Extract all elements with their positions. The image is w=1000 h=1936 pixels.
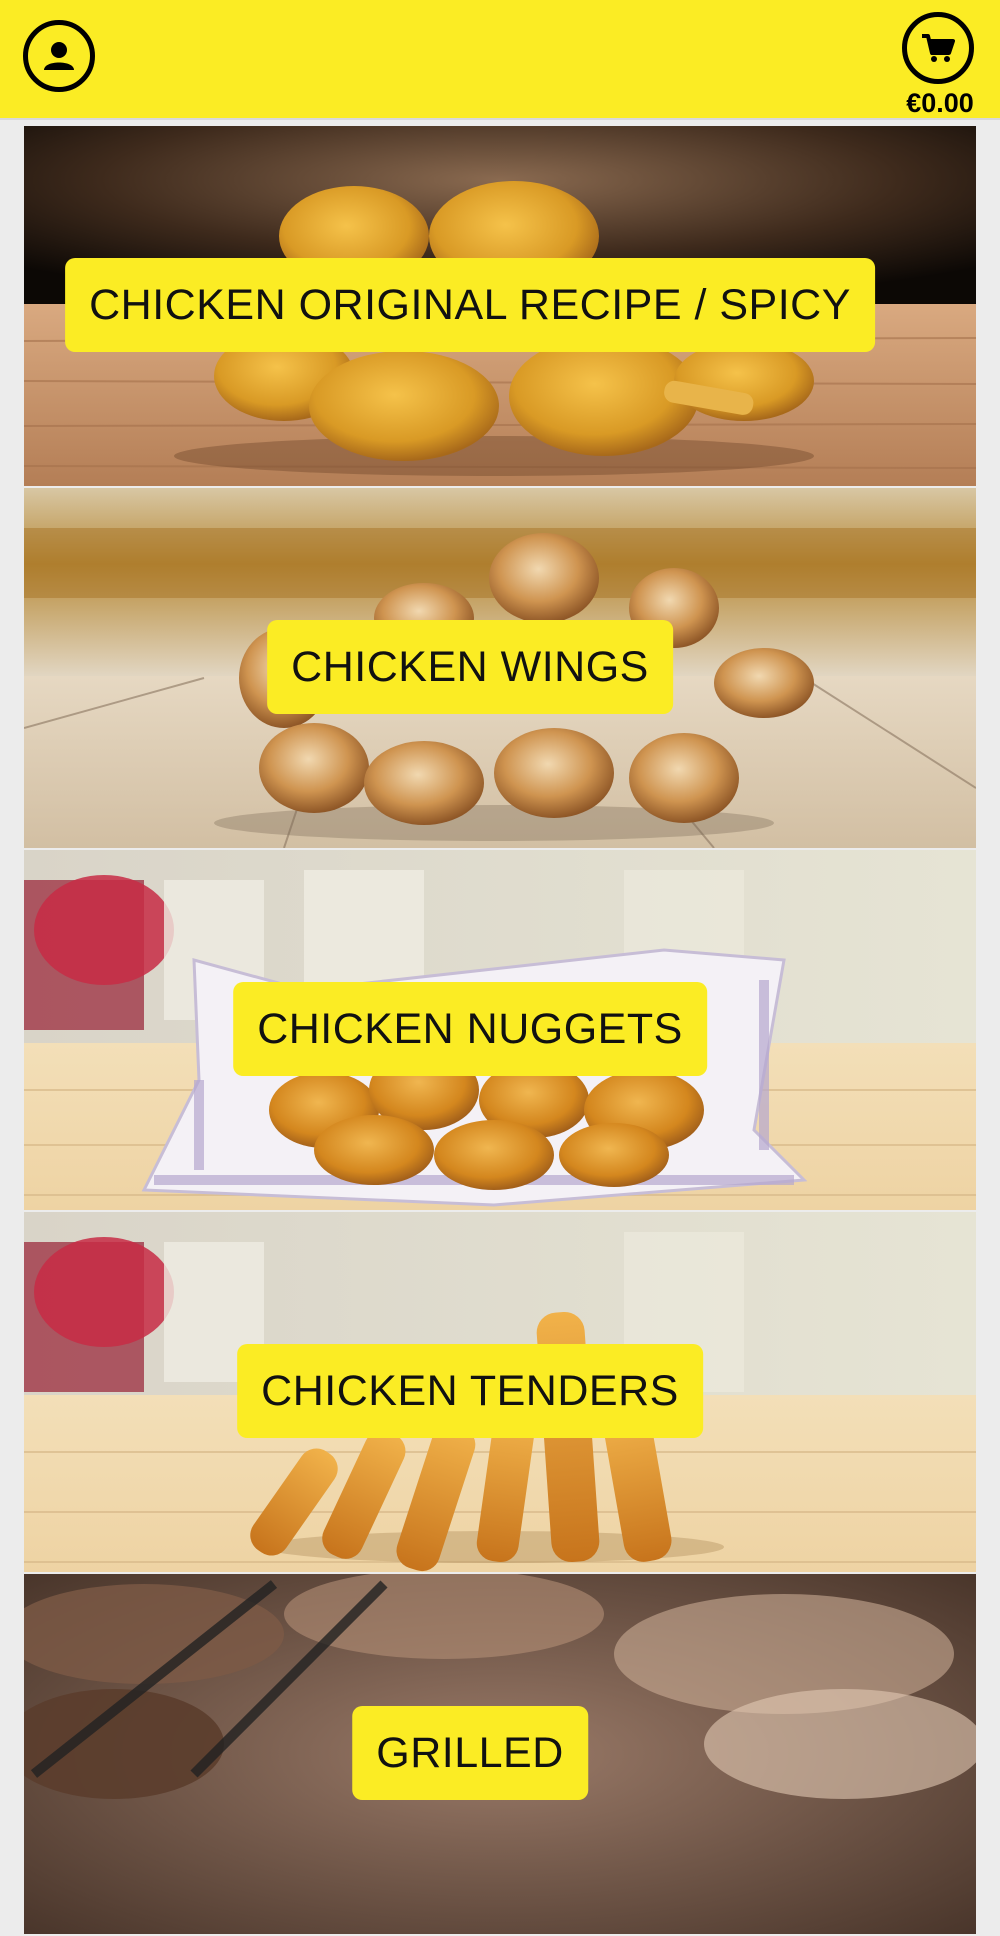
user-icon <box>44 42 74 70</box>
category-label: CHICKEN WINGS <box>267 620 673 714</box>
cart-total: €0.00 <box>906 88 974 118</box>
cart-icon <box>922 34 955 62</box>
category-tile-chicken-wings[interactable]: CHICKEN WINGS <box>24 488 976 848</box>
cart-button[interactable] <box>902 12 974 84</box>
category-list: CHICKEN ORIGINAL RECIPE / SPICY CHICKEN … <box>24 126 976 1936</box>
category-label: CHICKEN TENDERS <box>237 1344 703 1438</box>
category-tile-chicken-nuggets[interactable]: CHICKEN NUGGETS <box>24 850 976 1210</box>
category-label: CHICKEN NUGGETS <box>233 982 707 1076</box>
category-tile-grilled[interactable]: GRILLED <box>24 1574 976 1934</box>
category-tile-chicken-tenders[interactable]: CHICKEN TENDERS <box>24 1212 976 1572</box>
category-label: CHICKEN ORIGINAL RECIPE / SPICY <box>65 258 875 352</box>
category-label: GRILLED <box>352 1706 588 1800</box>
category-tile-original-recipe[interactable]: CHICKEN ORIGINAL RECIPE / SPICY <box>24 126 976 486</box>
profile-button[interactable] <box>23 20 95 92</box>
app-header: €0.00 <box>0 0 1000 120</box>
